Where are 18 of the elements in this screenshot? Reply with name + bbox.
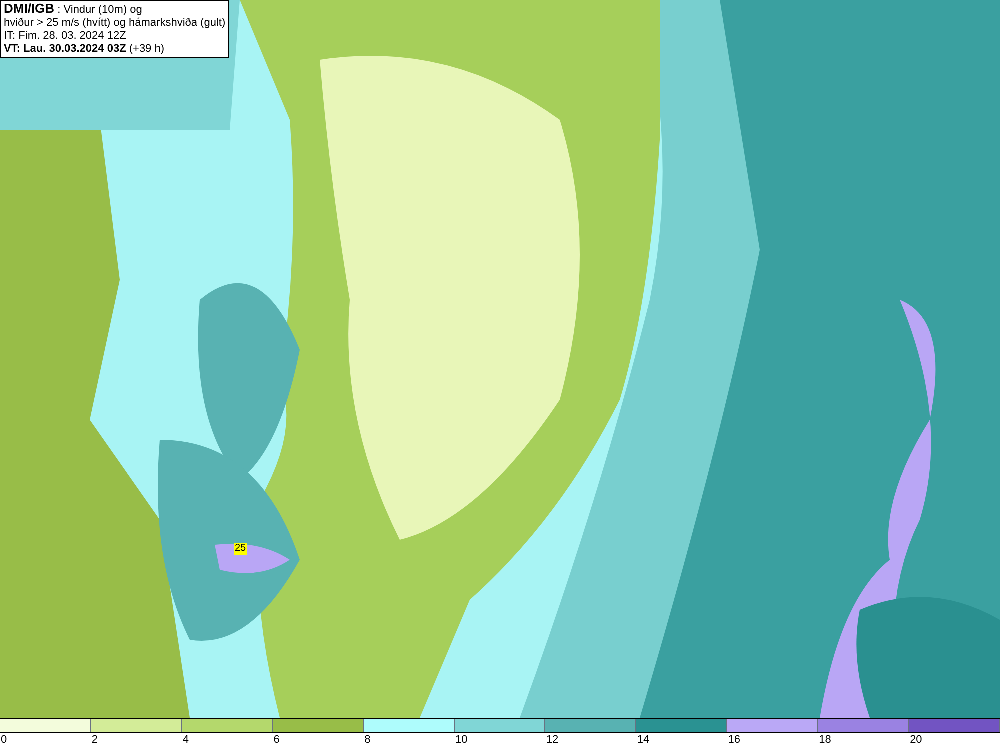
legend-tick-label: 6	[274, 734, 280, 746]
title-text: : Vindur (10m) og	[56, 4, 142, 16]
gust-label: 25	[234, 543, 248, 555]
source-label: DMI/IGB	[4, 1, 55, 16]
legend-tick-label: 12	[546, 734, 559, 746]
legend-tick-label: 10	[456, 734, 468, 746]
legend-tick-label: 20	[910, 734, 922, 746]
legend-tick-label: 16	[728, 734, 740, 746]
legend-tick-label: 8	[364, 734, 371, 746]
valid-time-text: VT: Lau. 30.03.2024 03Z	[4, 43, 126, 55]
legend-tick-label: 14	[637, 734, 650, 746]
issue-time-text: IT: Fim. 28. 03. 2024 12Z	[4, 30, 128, 43]
legend-tick-label: 4	[182, 734, 189, 746]
legend-tick-label: 18	[819, 734, 832, 746]
lead-time-text: (+39 h)	[128, 43, 165, 55]
legend-tick-label: 2	[92, 734, 98, 746]
subtitle-text: hviður > 25 m/s (hvítt) og hámarkshviða (gult)	[4, 17, 225, 30]
legend-tick-label: 0	[1, 734, 8, 746]
